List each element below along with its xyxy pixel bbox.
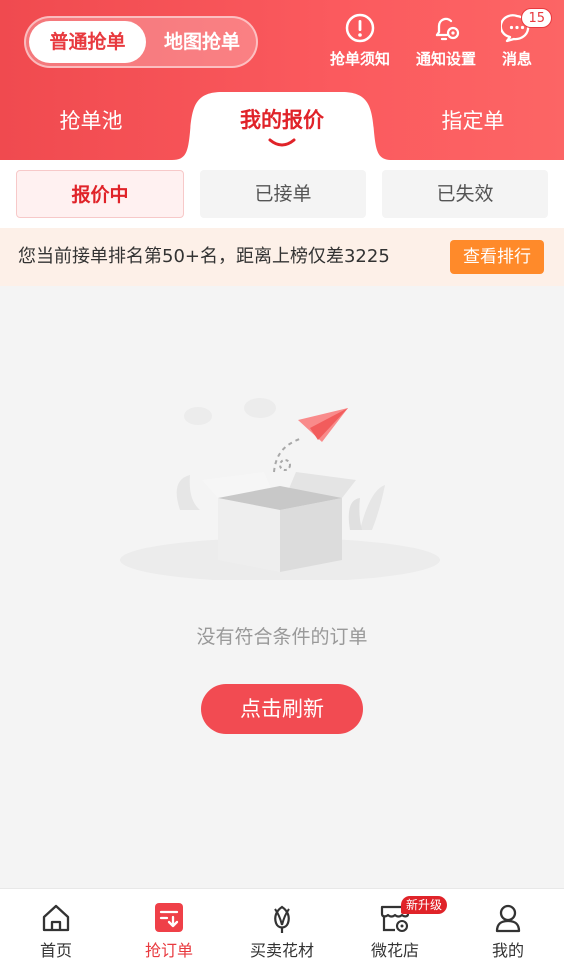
profile-icon xyxy=(495,904,521,933)
nav-buy-sell-flowers-label: 买卖花材 xyxy=(249,941,314,960)
grab-rules-label: 抢单须知 xyxy=(329,50,390,68)
notification-settings-label: 通知设置 xyxy=(415,50,476,68)
map-grab-tab[interactable]: 地图抢单 xyxy=(150,21,254,63)
empty-box-illustration xyxy=(120,398,440,580)
normal-grab-tab[interactable]: 普通抢单 xyxy=(29,21,146,63)
message-count-badge: 15 xyxy=(521,8,552,28)
bottom-nav: 首页 抢订单 买卖花材 微花店 新升级 我的 xyxy=(0,888,564,973)
tab-expired[interactable]: 已失效 xyxy=(382,170,548,218)
rank-notice-bar: 您当前接单排名第50+名，距离上榜仅差3225 查看排行 xyxy=(0,228,564,286)
grab-order-icon xyxy=(155,903,183,932)
alert-circle-icon xyxy=(345,13,375,43)
header: 普通抢单 地图抢单 抢单须知 通知设置 消息 15 抢单池 我的报价 指定单 xyxy=(0,0,564,160)
tab-grab-pool[interactable]: 抢单池 xyxy=(0,92,182,160)
home-icon xyxy=(42,904,70,932)
main-tabs: 抢单池 我的报价 指定单 xyxy=(0,92,564,160)
nav-buy-sell-flowers[interactable]: 买卖花材 xyxy=(226,903,338,961)
nav-micro-shop-label: 微花店 xyxy=(370,941,419,960)
tab-accepted[interactable]: 已接单 xyxy=(200,170,366,218)
view-ranking-button[interactable]: 查看排行 xyxy=(450,240,544,274)
rank-notice-text: 您当前接单排名第50+名，距离上榜仅差3225 xyxy=(18,246,390,267)
grab-mode-segment: 普通抢单 地图抢单 xyxy=(24,16,258,68)
nav-grab-orders[interactable]: 抢订单 xyxy=(113,903,225,961)
flower-icon xyxy=(274,905,290,933)
new-upgrade-badge: 新升级 xyxy=(401,896,448,914)
nav-home-label: 首页 xyxy=(39,941,72,960)
notification-settings-button[interactable]: 通知设置 xyxy=(411,12,481,69)
tab-designated-orders[interactable]: 指定单 xyxy=(382,92,564,160)
tab-quoting[interactable]: 报价中 xyxy=(16,170,184,218)
tab-my-quotes[interactable]: 我的报价 xyxy=(172,92,392,160)
nav-micro-shop[interactable]: 微花店 新升级 xyxy=(339,896,451,961)
tab-my-quotes-label: 我的报价 xyxy=(240,108,324,132)
messages-label: 消息 xyxy=(501,50,532,68)
grab-rules-button[interactable]: 抢单须知 xyxy=(325,12,395,69)
nav-profile-label: 我的 xyxy=(491,941,524,960)
nav-profile[interactable]: 我的 xyxy=(452,903,564,961)
active-tab-indicator xyxy=(268,138,296,147)
sub-tabs: 报价中 已接单 已失效 xyxy=(0,160,564,228)
bell-settings-icon xyxy=(435,17,460,41)
messages-button[interactable]: 消息 15 xyxy=(482,8,552,69)
refresh-button[interactable]: 点击刷新 xyxy=(201,684,363,734)
nav-grab-orders-label: 抢订单 xyxy=(144,941,193,960)
nav-home[interactable]: 首页 xyxy=(0,903,112,961)
empty-message: 没有符合条件的订单 xyxy=(196,626,368,648)
